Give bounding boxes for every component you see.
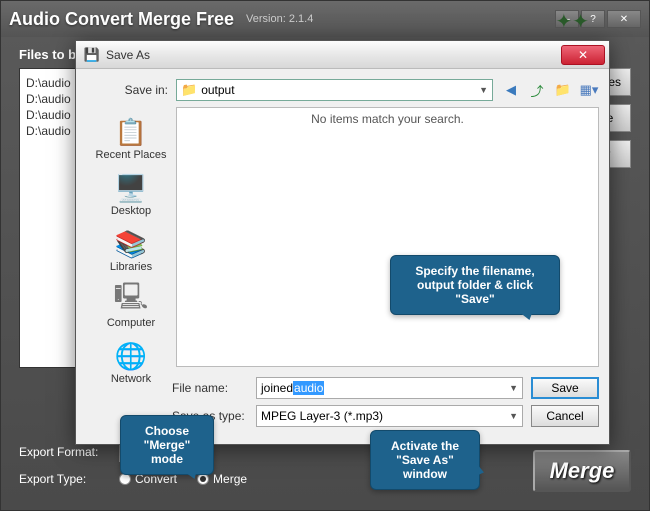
save-as-dialog: 💾 Save As ✕ Save in: 📁 output ▼ ◀ ⤴ 📁 ▦▾…	[75, 40, 610, 445]
app-version: Version: 2.1.4	[246, 13, 313, 25]
libraries-icon: 📚	[112, 227, 150, 261]
chevron-down-icon[interactable]: ▼	[509, 383, 518, 393]
empty-message: No items match your search.	[311, 112, 464, 126]
save-in-combo[interactable]: 📁 output ▼	[176, 79, 493, 101]
merge-button[interactable]: Merge	[533, 450, 631, 492]
radio-merge-label: Merge	[213, 472, 247, 486]
save-button[interactable]: Save	[531, 377, 599, 399]
folder-icon: 📁	[181, 82, 197, 98]
savetype-select[interactable]: MPEG Layer-3 (*.mp3) ▼	[256, 405, 523, 427]
export-format-label: Export Format:	[19, 445, 109, 459]
dialog-close-button[interactable]: ✕	[561, 45, 605, 65]
up-folder-icon[interactable]: ⤴	[527, 80, 547, 100]
filename-input[interactable]: joined audio ▼	[256, 377, 523, 399]
place-computer[interactable]: 🖳 Computer	[86, 279, 176, 333]
callout-activate-saveas: Activate the "Save As" window	[370, 430, 480, 490]
main-titlebar: Audio Convert Merge Free Version: 2.1.4 …	[1, 1, 649, 37]
save-in-label: Save in:	[86, 83, 168, 97]
chevron-down-icon[interactable]: ▼	[509, 411, 518, 421]
save-icon: 💾	[84, 47, 100, 63]
callout-specify-filename: Specify the filename, output folder & cl…	[390, 255, 560, 315]
export-type-label: Export Type:	[19, 472, 109, 486]
back-icon[interactable]: ◀	[501, 80, 521, 100]
network-icon: 🌐	[112, 339, 150, 373]
desktop-icon: 🖥️	[112, 171, 150, 205]
recent-places-icon: 📋	[112, 115, 150, 149]
callout-choose-merge: Choose "Merge" mode	[120, 415, 214, 475]
place-desktop[interactable]: 🖥️ Desktop	[86, 167, 176, 221]
places-bar: 📋 Recent Places 🖥️ Desktop 📚 Libraries 🖳…	[86, 107, 176, 367]
cancel-button[interactable]: Cancel	[531, 405, 599, 427]
dialog-titlebar[interactable]: 💾 Save As ✕	[76, 41, 609, 69]
app-title: Audio Convert Merge Free	[9, 9, 234, 30]
place-network[interactable]: 🌐 Network	[86, 335, 176, 389]
place-libraries[interactable]: 📚 Libraries	[86, 223, 176, 277]
computer-icon: 🖳	[112, 283, 150, 317]
place-recent[interactable]: 📋 Recent Places	[86, 111, 176, 165]
new-folder-icon[interactable]: 📁	[553, 80, 573, 100]
decoration-stars: ✦✦	[555, 9, 589, 34]
chevron-down-icon: ▼	[479, 85, 488, 95]
dialog-title: Save As	[106, 48, 150, 62]
view-menu-icon[interactable]: ▦▾	[579, 80, 599, 100]
close-button[interactable]: ✕	[607, 10, 641, 28]
save-in-value: output	[201, 83, 234, 97]
filename-label: File name:	[172, 381, 248, 395]
